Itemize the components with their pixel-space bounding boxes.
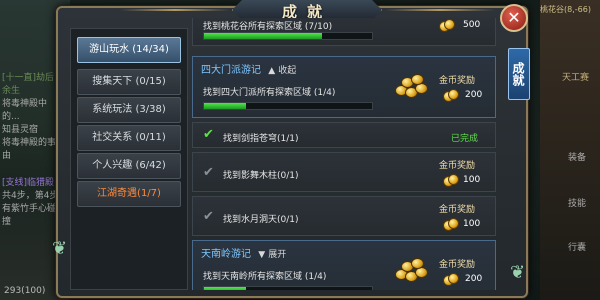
reward-amount: 100	[463, 219, 481, 229]
quest-line: [十一直]劫后余生	[2, 73, 55, 96]
check-icon: ✔	[203, 127, 214, 142]
quest-line: 将毒神殿中的...	[2, 99, 48, 122]
achievement-text: 找到剑指苍穹(1/1)	[223, 134, 299, 144]
reward-amount: 500	[463, 20, 481, 30]
sub-achievement-row: ✔ 找到影舞木柱(0/1) 金币奖励 100	[192, 152, 496, 192]
chevron-up-icon: ▲	[268, 66, 276, 76]
group-title: 四大门派游记	[201, 65, 261, 76]
collapse-label: 收起	[278, 66, 297, 76]
quest-line: [支线]临猎殿	[2, 178, 55, 188]
progress-bar	[203, 286, 373, 290]
reward-amount: 200	[465, 274, 483, 284]
progress-bar	[203, 32, 373, 40]
achievement-card-sidamen: 四大门派游记 ▲ 收起 找到四大门派所有探索区域 (1/4) 金币奖励 200	[192, 56, 496, 118]
reward-label: 金币奖励	[439, 205, 476, 215]
progress-bar	[203, 102, 373, 110]
achievement-text: 找到桃花谷所有探索区域 (7/10)	[203, 22, 333, 32]
sub-achievement-row: ✔ 找到水月洞天(0/1) 金币奖励 100	[192, 196, 496, 236]
quest-line: 知县灵宿	[2, 125, 39, 135]
quest-line: 将毒神殿的事由	[2, 138, 57, 161]
gold-coin-icon	[443, 218, 459, 232]
achievement-text: 找到水月洞天(0/1)	[223, 215, 299, 225]
quest-tracker[interactable]: [十一直]劫后余生 将毒神殿中的... 知县灵宿 将毒神殿的事由 [支线]临猎殿…	[2, 70, 62, 227]
close-icon: ✕	[507, 8, 521, 27]
reward-label: 金币奖励	[439, 76, 476, 86]
hud-button-skill[interactable]: 技能	[568, 196, 586, 209]
gold-coin-icon	[443, 273, 459, 287]
sub-achievement-row: ✔ 找到剑指苍穹(1/1) 已完成	[192, 122, 496, 148]
check-icon: ✔	[203, 209, 214, 224]
nav-item-sightseeing[interactable]: 游山玩水 (14/34)	[77, 37, 181, 63]
gold-coin-icon	[443, 89, 459, 103]
achievement-card-taohua: 找到桃花谷所有探索区域 (7/10) 500	[192, 18, 496, 46]
decor-plant-icon: ❦	[52, 238, 68, 259]
title-deco-right	[385, 9, 495, 11]
gold-pile-icon	[393, 255, 431, 285]
close-button[interactable]: ✕	[500, 4, 528, 32]
achievement-text: 找到四大门派所有探索区域 (1/4)	[203, 88, 336, 98]
chevron-down-icon: ▼	[258, 250, 266, 260]
category-nav: 游山玩水 (14/34) 搜集天下 (0/15) 系统玩法 (3/38) 社交关…	[70, 28, 188, 290]
decor-plant-icon: ❦	[510, 262, 526, 283]
side-tab-achievement[interactable]: 成就	[508, 48, 530, 100]
achievement-text: 找到影舞木柱(0/1)	[223, 171, 299, 181]
progress-fill	[204, 287, 246, 290]
nav-item-adventures[interactable]: 江湖奇遇(1/7)	[77, 181, 181, 207]
progress-fill	[204, 103, 246, 109]
nav-item-system[interactable]: 系统玩法 (3/38)	[77, 97, 181, 123]
map-location: 桃花谷(8,-66)	[540, 5, 591, 14]
gold-coin-icon	[443, 174, 459, 188]
group-header[interactable]: 天南岭游记 ▼ 展开	[201, 245, 286, 260]
hud-button-tiangong[interactable]: 天工赛	[562, 70, 589, 83]
side-tab-label: 成就	[511, 62, 525, 86]
reward-amount: 100	[463, 175, 481, 185]
nav-item-collection[interactable]: 搜集天下 (0/15)	[77, 69, 181, 95]
hud-button-equip[interactable]: 装备	[568, 150, 586, 163]
expand-label: 展开	[268, 250, 287, 260]
reward-label: 金币奖励	[439, 161, 476, 171]
status-completed: 已完成	[451, 134, 479, 144]
group-title: 天南岭游记	[201, 249, 251, 260]
progress-fill	[204, 33, 322, 39]
hud-button-bag[interactable]: 行囊	[568, 240, 586, 253]
achievement-text: 找到天南岭所有探索区域 (1/4)	[203, 272, 327, 282]
player-hp-readout: 293(100)	[4, 286, 46, 296]
achievement-card-tiannanling: 天南岭游记 ▼ 展开 找到天南岭所有探索区域 (1/4) 金币奖励 200	[192, 240, 496, 290]
quest-line: 共4步，第4步	[2, 191, 59, 201]
title-deco-left	[120, 9, 230, 11]
reward-label: 金币奖励	[439, 260, 476, 270]
gold-pile-icon	[393, 71, 431, 101]
reward-amount: 200	[465, 90, 483, 100]
nav-item-social[interactable]: 社交关系 (0/11)	[77, 125, 181, 151]
check-icon: ✔	[203, 165, 214, 180]
achievement-list[interactable]: 找到桃花谷所有探索区域 (7/10) 500 四大门派游记 ▲ 收起 找到四大门…	[192, 18, 496, 290]
quest-line: 有紫竹手心碰撞	[2, 204, 57, 227]
nav-item-interests[interactable]: 个人兴趣 (6/42)	[77, 153, 181, 179]
gold-coin-icon	[439, 19, 455, 33]
group-header[interactable]: 四大门派游记 ▲ 收起	[201, 61, 296, 76]
